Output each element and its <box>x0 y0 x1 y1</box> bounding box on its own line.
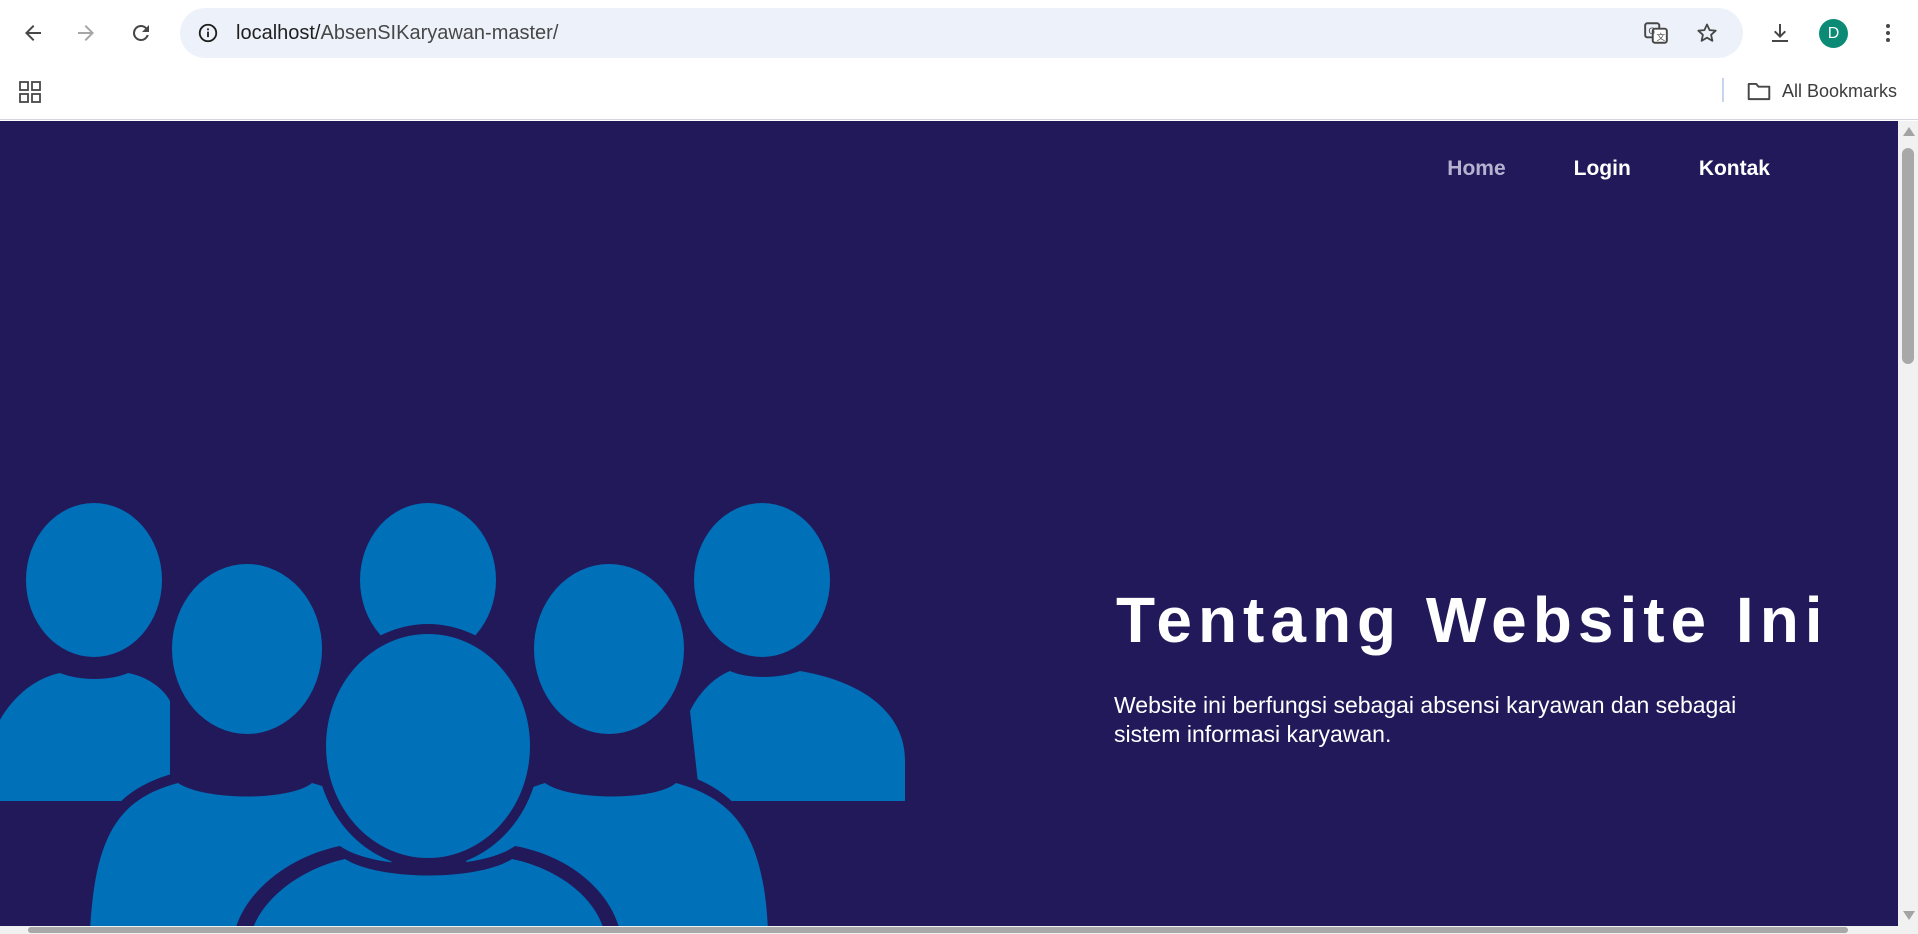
reload-icon <box>132 24 149 41</box>
about-title: Tentang Website Ini <box>1116 584 1829 656</box>
nav-login[interactable]: Login <box>1574 157 1631 181</box>
group-of-people-icon <box>0 503 905 926</box>
site-info-button[interactable] <box>194 19 222 47</box>
svg-text:G: G <box>1648 27 1655 37</box>
address-bar[interactable]: localhost/AbsenSIKaryawan-master/ G 文 <box>180 8 1743 58</box>
vertical-scrollbar[interactable] <box>1898 121 1918 926</box>
scroll-down-arrow-icon[interactable] <box>1903 911 1915 920</box>
scroll-up-arrow-icon[interactable] <box>1903 127 1915 136</box>
nav-kontak[interactable]: Kontak <box>1699 157 1770 181</box>
apps-button[interactable] <box>16 78 44 106</box>
profile-avatar[interactable]: D <box>1819 19 1848 48</box>
page-viewport: Home Login Kontak Tentang Website Ini We… <box>0 121 1898 926</box>
bookmarks-bar: All Bookmarks <box>0 66 1918 120</box>
translate-icon: G 文 <box>1644 22 1668 44</box>
bookmarks-separator <box>1722 78 1724 102</box>
site-nav: Home Login Kontak <box>1447 157 1770 181</box>
vertical-scroll-thumb[interactable] <box>1902 148 1914 364</box>
forward-button[interactable] <box>66 13 106 53</box>
all-bookmarks-button[interactable]: All Bookmarks <box>1746 76 1897 106</box>
url-path: AbsenSIKaryawan-master/ <box>320 22 559 44</box>
nav-home[interactable]: Home <box>1447 157 1505 181</box>
svg-text:文: 文 <box>1657 31 1666 43</box>
info-icon <box>198 23 218 43</box>
star-icon <box>1697 23 1717 42</box>
horizontal-scrollbar[interactable] <box>0 926 1898 934</box>
back-button[interactable] <box>13 13 53 53</box>
bookmark-star-button[interactable] <box>1693 19 1721 47</box>
about-description: Website ini berfungsi sebagai absensi ka… <box>1114 692 1737 747</box>
apps-grid-icon <box>19 81 41 103</box>
browser-menu-button[interactable] <box>1868 13 1908 53</box>
url-host: localhost/ <box>236 22 321 44</box>
browser-toolbar: localhost/AbsenSIKaryawan-master/ G 文 D <box>0 0 1918 66</box>
arrow-left-icon <box>25 25 41 41</box>
arrow-right-icon <box>78 25 94 41</box>
download-icon <box>1772 24 1788 42</box>
kebab-menu-icon <box>1886 24 1890 42</box>
translate-button[interactable]: G 文 <box>1642 19 1670 47</box>
url-text[interactable]: localhost/AbsenSIKaryawan-master/ <box>236 22 558 45</box>
folder-icon <box>1747 82 1771 101</box>
scrollbar-corner <box>1898 926 1918 934</box>
all-bookmarks-label: All Bookmarks <box>1782 80 1898 101</box>
reload-button[interactable] <box>121 13 161 53</box>
downloads-button[interactable] <box>1760 13 1800 53</box>
horizontal-scroll-thumb[interactable] <box>28 927 1848 933</box>
